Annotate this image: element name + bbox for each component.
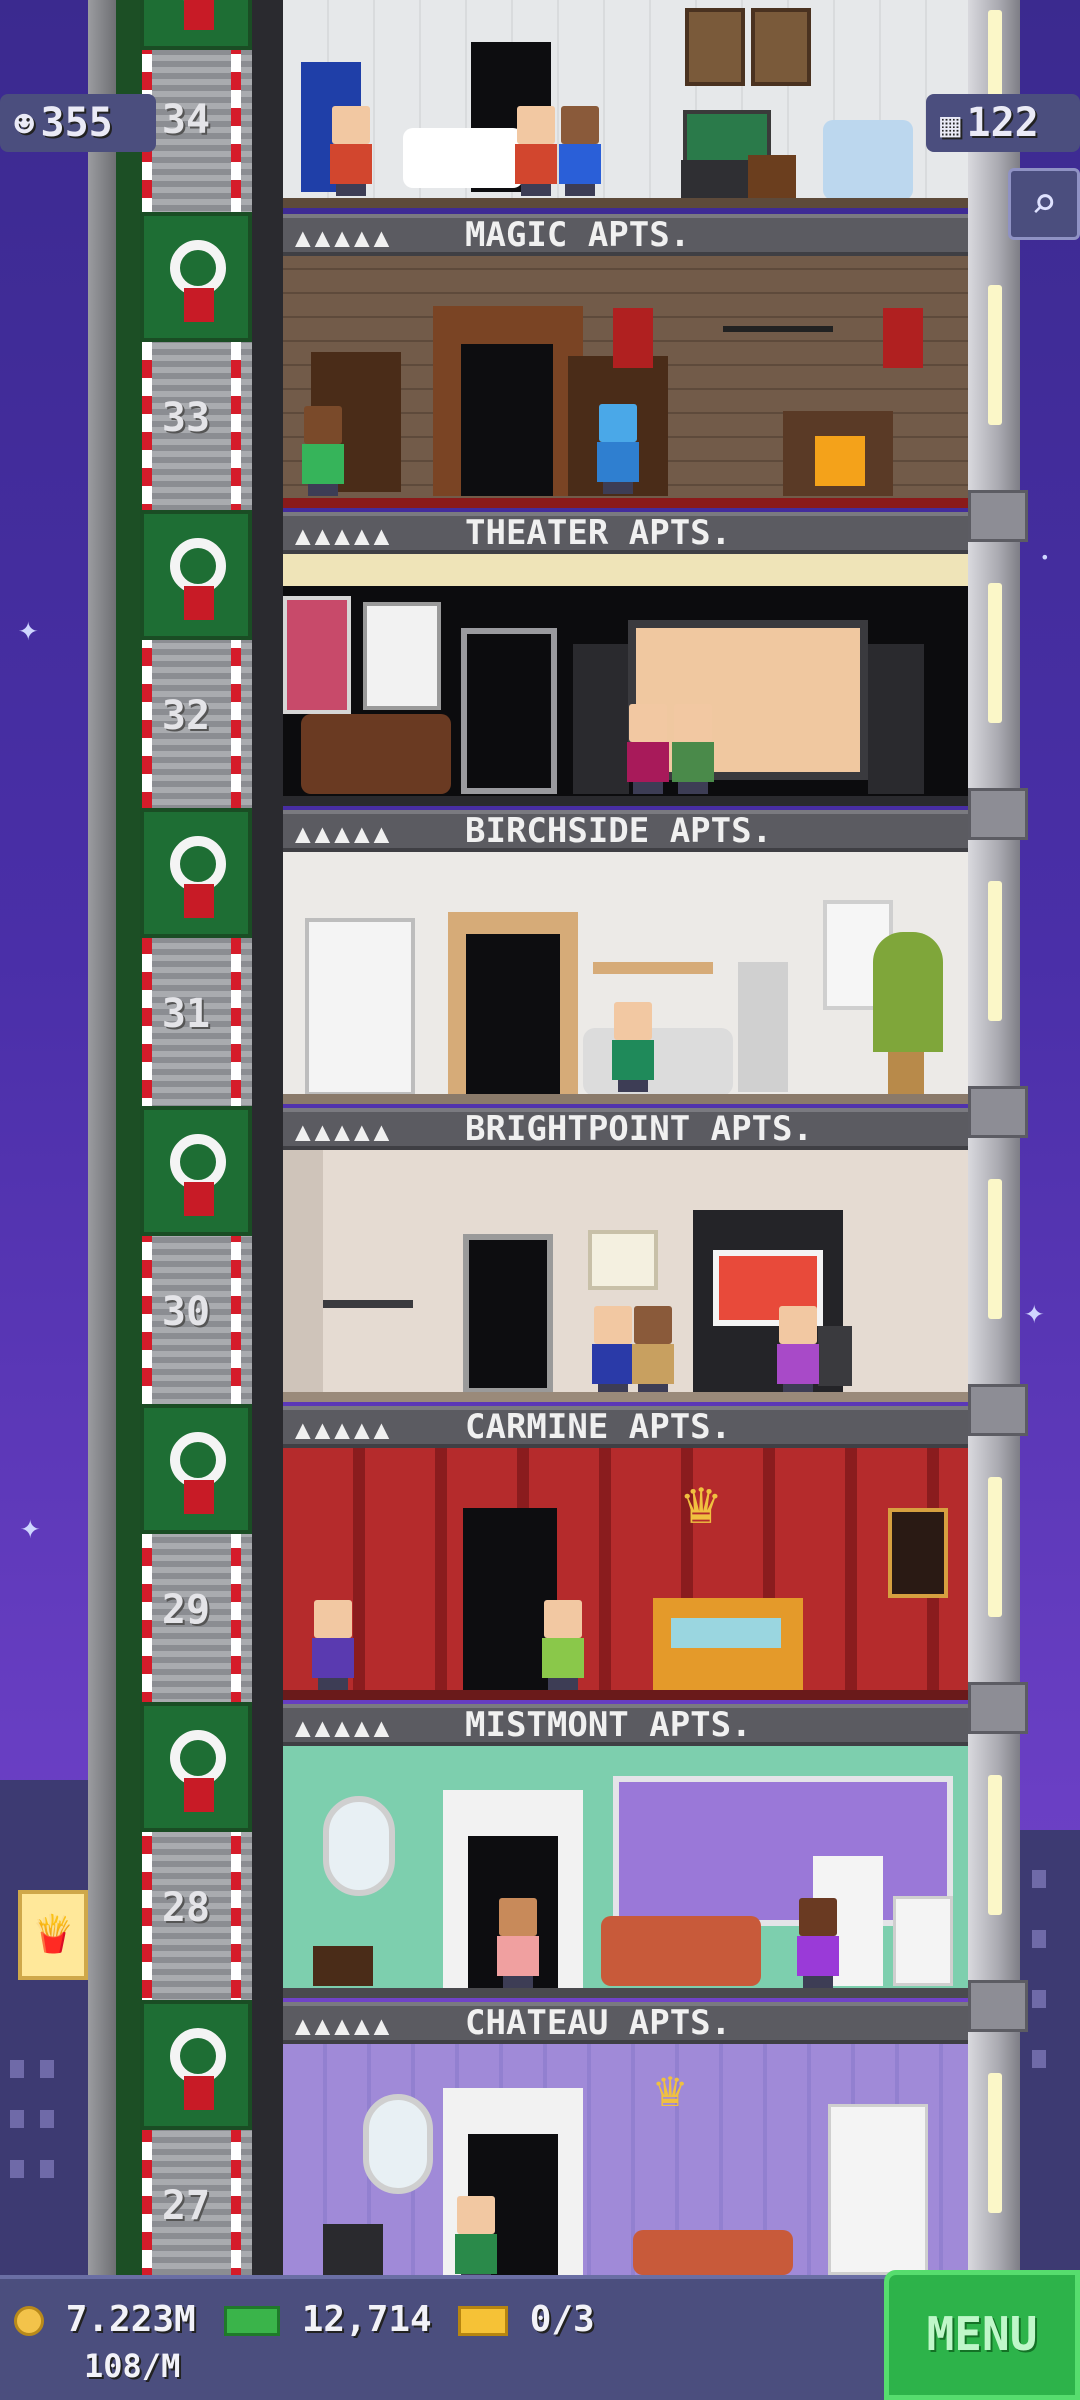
rating-dots: ▲▲▲▲▲ [295, 819, 394, 849]
floor-name: CHATEAU APTS. [465, 2003, 732, 2043]
menu-button[interactable]: MENU [884, 2270, 1080, 2400]
food-delivery-button[interactable]: 🍟 [18, 1890, 88, 1980]
rating-dots: ▲▲▲▲▲ [295, 1713, 394, 1743]
christmas-wreath-icon [140, 1702, 252, 1832]
floor-name: MISTMONT APTS. [465, 1705, 752, 1745]
star-decoration: ✦ [20, 1507, 41, 1547]
christmas-wreath-icon [140, 1404, 252, 1534]
floor-name: MAGIC APTS. [465, 215, 691, 255]
christmas-wreath-icon [140, 510, 252, 640]
tickets-stat[interactable]: 0/3 [458, 2299, 595, 2340]
rating-dots: ▲▲▲▲▲ [295, 223, 394, 253]
floor-number: 27 [161, 2183, 211, 2229]
floor-name: BRIGHTPOINT APTS. [465, 1109, 813, 1149]
christmas-wreath-icon [140, 808, 252, 938]
floor-sign[interactable]: ▲▲▲▲▲ MAGIC APTS. [283, 214, 968, 256]
rating-dots: ▲▲▲▲▲ [295, 2011, 394, 2041]
floor-name: THEATER APTS. [465, 513, 732, 553]
floor-sign[interactable]: ▲▲▲▲▲ BIRCHSIDE APTS. [283, 810, 968, 852]
floor-29-room[interactable]: ♛ [283, 1448, 968, 1700]
floor-number: 33 [161, 395, 211, 441]
floor-number: 34 [161, 97, 211, 143]
floor-sign[interactable]: ▲▲▲▲▲ BRIGHTPOINT APTS. [283, 1108, 968, 1150]
coin-icon [14, 2306, 44, 2336]
floor-number: 28 [161, 1885, 211, 1931]
star-decoration: ✦ [18, 609, 39, 649]
tickets-value: 0/3 [529, 2299, 595, 2340]
floor-sign[interactable]: ▲▲▲▲▲ THEATER APTS. [283, 512, 968, 554]
christmas-wreath-icon [140, 212, 252, 342]
floor-number: 31 [161, 991, 211, 1037]
floor-28-room[interactable] [283, 1746, 968, 1998]
floor-sign[interactable]: ▲▲▲▲▲ CHATEAU APTS. [283, 2002, 968, 2044]
christmas-wreath-icon [140, 1106, 252, 1236]
population-value: 355 [40, 100, 113, 146]
building-grid-icon: ▦ [940, 105, 961, 145]
rating-dots: ▲▲▲▲▲ [295, 1415, 394, 1445]
christmas-wreath-icon [140, 0, 252, 50]
floor-name: CARMINE APTS. [465, 1407, 732, 1447]
floor-32-room[interactable] [283, 554, 968, 806]
person-icon: ☻ [14, 105, 35, 145]
bux-value: 12,714 [301, 2299, 432, 2340]
floors-badge[interactable]: ▦ 122 [926, 94, 1080, 152]
floor-number: 32 [161, 693, 211, 739]
floor-sign[interactable]: ▲▲▲▲▲ CARMINE APTS. [283, 1406, 968, 1448]
tower-bux-icon [224, 2306, 280, 2336]
tower-right-wall [968, 0, 1028, 2275]
golden-ticket-icon [458, 2306, 508, 2336]
coin-rate: 108/M [84, 2347, 181, 2385]
population-badge[interactable]: ☻ 355 [0, 94, 156, 152]
floor-name: BIRCHSIDE APTS. [465, 811, 773, 851]
rating-dots: ▲▲▲▲▲ [295, 521, 394, 551]
background-building [1020, 1830, 1080, 2275]
star-decoration: ✦ [1024, 1292, 1045, 1332]
background-building [0, 1780, 88, 2275]
magnifier-icon: ⌕ [1030, 178, 1058, 229]
floor-33-room[interactable] [283, 256, 968, 508]
floor-31-room[interactable] [283, 852, 968, 1104]
christmas-wreath-icon [140, 2000, 252, 2130]
coins-stat[interactable]: 7.223M [14, 2299, 196, 2340]
floor-count-value: 122 [966, 100, 1039, 146]
floor-34-room[interactable] [283, 0, 968, 208]
floor-30-room[interactable] [283, 1150, 968, 1402]
star-decoration: • [1040, 548, 1050, 567]
floor-number: 29 [161, 1587, 211, 1633]
fries-icon: 🍟 [30, 1914, 76, 1955]
floor-27-room[interactable]: ♛ [283, 2044, 968, 2275]
bux-stat[interactable]: 12,714 [224, 2299, 432, 2340]
floor-sign[interactable]: ▲▲▲▲▲ MISTMONT APTS. [283, 1704, 968, 1746]
coins-value: 7.223M [65, 2299, 196, 2340]
rating-dots: ▲▲▲▲▲ [295, 1117, 394, 1147]
search-button[interactable]: ⌕ [1008, 168, 1080, 240]
floor-number: 30 [161, 1289, 211, 1335]
